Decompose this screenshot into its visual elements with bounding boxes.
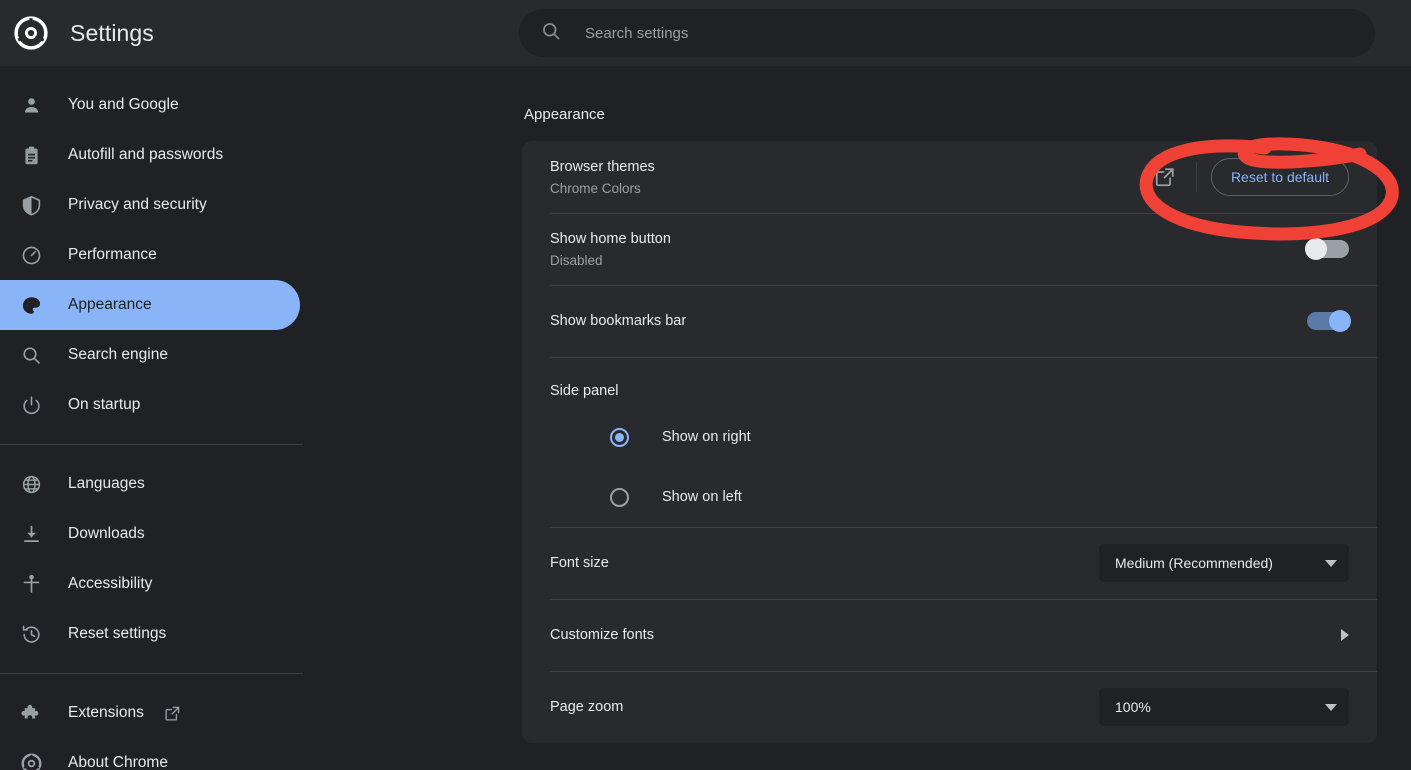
sidebar-item-privacy-and-security[interactable]: Privacy and security <box>0 180 300 230</box>
chrome-logo-icon <box>20 752 42 770</box>
row-page-zoom-text: Page zoom <box>550 699 1099 715</box>
vertical-separator <box>1195 162 1197 192</box>
magnifier-icon <box>20 344 42 366</box>
row-customize-fonts-text: Customize fonts <box>550 627 1341 643</box>
row-label: Customize fonts <box>550 627 654 643</box>
external-link-icon[interactable] <box>1154 166 1176 188</box>
sidebar-item-label: You and Google <box>68 96 179 113</box>
history-restore-icon <box>20 623 42 645</box>
sidebar-item-extensions[interactable]: Extensions <box>0 688 300 738</box>
row-label: Browser themes <box>550 158 655 175</box>
power-icon <box>20 394 42 416</box>
sidebar-item-on-startup[interactable]: On startup <box>0 380 300 430</box>
sidebar-item-reset-settings[interactable]: Reset settings <box>0 609 300 659</box>
row-show-bookmarks-bar-text: Show bookmarks bar <box>550 313 1307 329</box>
radio-show-on-right[interactable]: Show on right <box>550 407 1349 467</box>
section-title: Appearance <box>524 106 605 123</box>
row-label: Show bookmarks bar <box>550 313 687 329</box>
search-area <box>519 0 1411 66</box>
row-label: Page zoom <box>550 699 624 715</box>
sidebar-item-label: About Chrome <box>68 754 168 770</box>
search-box[interactable] <box>519 9 1375 57</box>
chevron-right-icon[interactable] <box>1341 629 1349 641</box>
show-bookmarks-bar-toggle[interactable] <box>1307 310 1351 332</box>
sidebar-item-label: Downloads <box>68 525 145 542</box>
chevron-down-icon <box>1325 559 1337 567</box>
row-font-size: Font size Medium (Recommended) <box>522 527 1377 599</box>
download-icon <box>20 523 42 545</box>
row-show-bookmarks-bar: Show bookmarks bar <box>522 285 1377 357</box>
accessibility-icon <box>20 573 42 595</box>
speedometer-icon <box>20 244 42 266</box>
sidebar-item-label: Reset settings <box>68 625 167 642</box>
sidebar-item-downloads[interactable]: Downloads <box>0 509 300 559</box>
sidebar-divider-2 <box>0 673 303 674</box>
row-label: Font size <box>550 555 609 571</box>
appearance-card: Browser themes Chrome Colors Reset to de… <box>522 141 1377 743</box>
row-font-size-text: Font size <box>550 555 1099 571</box>
row-show-home-button: Show home button Disabled <box>522 213 1377 285</box>
person-icon <box>20 94 42 116</box>
sidebar-item-performance[interactable]: Performance <box>0 230 300 280</box>
external-link-icon[interactable] <box>144 705 181 722</box>
radio-show-on-left[interactable]: Show on left <box>550 467 1349 527</box>
row-browser-themes: Browser themes Chrome Colors Reset to de… <box>522 141 1377 213</box>
page-title: Settings <box>70 19 154 46</box>
toggle-knob <box>1329 310 1351 332</box>
row-sublabel: Chrome Colors <box>550 180 641 196</box>
sidebar-item-label: Appearance <box>68 296 152 313</box>
radio-label: Show on left <box>662 489 742 505</box>
sidebar-item-label: Privacy and security <box>68 196 207 213</box>
radio-button[interactable] <box>610 427 629 447</box>
sidebar-item-label: Autofill and passwords <box>68 146 224 163</box>
clipboard-icon <box>20 144 42 166</box>
sidebar-item-label: Performance <box>68 246 157 263</box>
globe-icon <box>20 473 42 495</box>
chevron-down-icon <box>1325 703 1337 711</box>
settings-page: Settings You and Google <box>0 0 1411 770</box>
font-size-value: Medium (Recommended) <box>1115 555 1273 571</box>
font-size-dropdown[interactable]: Medium (Recommended) <box>1099 544 1349 582</box>
page-zoom-value: 100% <box>1115 699 1151 715</box>
sidebar-item-languages[interactable]: Languages <box>0 459 300 509</box>
row-sublabel: Disabled <box>550 252 603 268</box>
chrome-logo-icon <box>14 16 48 50</box>
sidebar-item-label: Extensions <box>68 704 144 721</box>
row-side-panel: Side panel Show on right Show on left <box>522 357 1377 527</box>
toggle-knob <box>1305 238 1327 260</box>
palette-icon <box>20 294 42 316</box>
search-input[interactable] <box>585 24 1285 42</box>
side-panel-label: Side panel <box>550 383 619 399</box>
shield-icon <box>20 194 42 216</box>
row-label: Show home button <box>550 230 671 247</box>
sidebar-item-label: On startup <box>68 396 141 413</box>
top-bar: Settings <box>0 0 1411 66</box>
search-icon <box>541 21 561 46</box>
show-home-button-toggle[interactable] <box>1305 238 1349 260</box>
page-zoom-dropdown[interactable]: 100% <box>1099 688 1349 726</box>
sidebar: You and Google Autofill and passwords Pr… <box>0 66 520 770</box>
sidebar-item-you-and-google[interactable]: You and Google <box>0 80 300 130</box>
row-page-zoom: Page zoom 100% <box>522 671 1377 743</box>
sidebar-item-search-engine[interactable]: Search engine <box>0 330 300 380</box>
sidebar-divider-1 <box>0 444 303 445</box>
sidebar-item-label: Languages <box>68 475 145 492</box>
sidebar-item-about-chrome[interactable]: About Chrome <box>0 738 300 770</box>
radio-label: Show on right <box>662 429 751 445</box>
reset-to-default-button[interactable]: Reset to default <box>1210 158 1349 196</box>
row-browser-themes-controls: Reset to default <box>1154 158 1349 196</box>
sidebar-item-label: Accessibility <box>68 575 153 592</box>
sidebar-item-accessibility[interactable]: Accessibility <box>0 559 300 609</box>
top-bar-left: Settings <box>0 0 519 66</box>
sidebar-item-autofill-and-passwords[interactable]: Autofill and passwords <box>0 130 300 180</box>
radio-button[interactable] <box>610 487 629 507</box>
puzzle-icon <box>20 702 42 724</box>
main-content: Appearance Browser themes Chrome Colors <box>520 66 1411 770</box>
row-browser-themes-text: Browser themes Chrome Colors <box>550 159 1154 196</box>
row-show-home-button-text: Show home button Disabled <box>550 231 1307 268</box>
sidebar-item-appearance[interactable]: Appearance <box>0 280 300 330</box>
sidebar-item-label: Search engine <box>68 346 168 363</box>
row-customize-fonts[interactable]: Customize fonts <box>522 599 1377 671</box>
